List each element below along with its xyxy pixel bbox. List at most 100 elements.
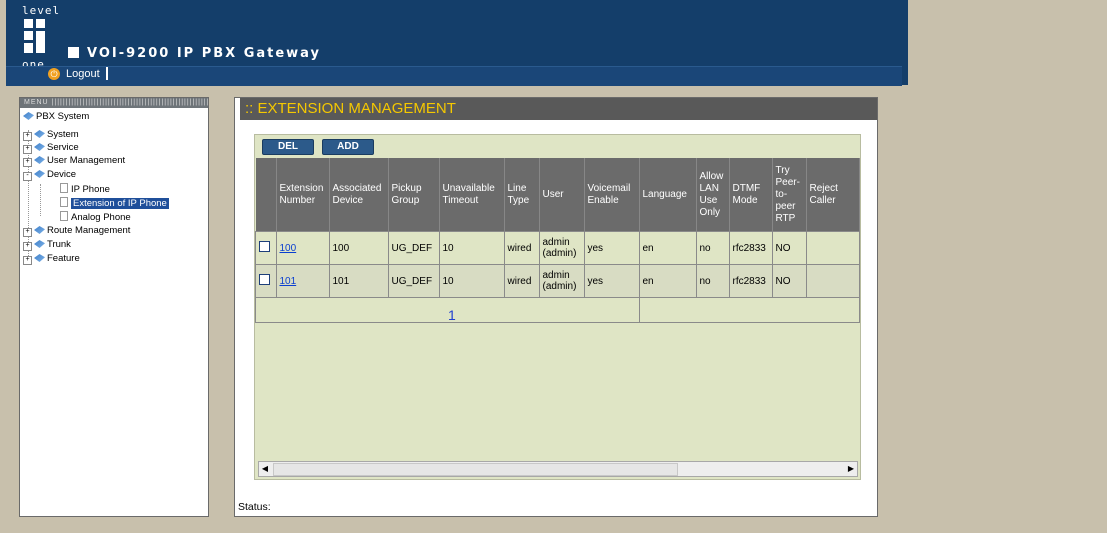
tree-item-feature[interactable]: + Feature — [23, 253, 80, 265]
extension-number-cell: 101 — [275, 264, 330, 298]
logo-blocks — [24, 19, 46, 53]
table-cell — [805, 264, 860, 298]
extension-link[interactable]: 101 — [280, 276, 297, 287]
tree-item-device[interactable]: - Device — [23, 169, 76, 181]
table-cell: no — [695, 231, 730, 265]
table-cell: admin (admin) — [538, 264, 585, 298]
table-cell: 10 — [438, 264, 505, 298]
globe-icon — [34, 130, 45, 138]
column-header: Unavailable Timeout — [439, 158, 505, 232]
select-column-header — [255, 158, 277, 232]
tree-item-system[interactable]: + System — [23, 129, 79, 141]
column-header: DTMF Mode — [729, 158, 773, 232]
extension-link[interactable]: 100 — [280, 243, 297, 254]
expand-icon[interactable]: + — [23, 242, 32, 251]
column-header: Line Type — [504, 158, 540, 232]
table-row: 101 101 UG_DEF 10 wired admin (admin) ye… — [255, 264, 860, 298]
expand-icon[interactable]: + — [23, 256, 32, 265]
table-cell: wired — [503, 264, 540, 298]
tree-item-label: IP Phone — [71, 184, 110, 195]
pager-row — [255, 297, 860, 323]
table-cell: admin (admin) — [538, 231, 585, 265]
table-cell: en — [638, 231, 697, 265]
tree-root[interactable]: PBX System — [23, 111, 89, 122]
collapse-icon[interactable]: - — [23, 172, 32, 181]
tree-root-label: PBX System — [36, 111, 90, 122]
title-square-icon — [68, 47, 79, 58]
tree-item-ip-phone[interactable]: IP Phone — [60, 183, 110, 195]
tree-item-service[interactable]: + Service — [23, 142, 79, 154]
column-header: Reject Caller — [806, 158, 860, 232]
globe-icon — [34, 143, 45, 151]
product-title: VOI-9200 IP PBX Gateway — [68, 46, 321, 61]
page-icon — [60, 211, 68, 221]
globe-icon — [23, 112, 34, 120]
extension-table: Extension Number Associated Device Picku… — [255, 158, 860, 323]
tree-item-route-management[interactable]: + Route Management — [23, 225, 130, 237]
table-cell: wired — [503, 231, 540, 265]
add-button[interactable]: ADD — [322, 139, 374, 155]
logo-top-text: level — [22, 4, 61, 17]
column-header: Try Peer-to-peer RTP — [772, 158, 807, 232]
globe-icon — [34, 254, 45, 262]
tree-item-label: System — [47, 129, 79, 140]
table-cell: rfc2833 — [728, 264, 773, 298]
column-header: Allow LAN Use Only — [696, 158, 730, 232]
tree-item-label: Trunk — [47, 239, 71, 250]
table-cell: yes — [583, 264, 640, 298]
logout-link[interactable]: Logout — [66, 68, 100, 80]
scroll-right-arrow-icon[interactable]: ▶ — [845, 462, 857, 476]
table-header-row: Extension Number Associated Device Picku… — [255, 158, 860, 232]
power-icon[interactable]: ⏻ — [48, 68, 60, 80]
menu-heading: MENU |||||||||||||||||||||||||||||||||||… — [20, 98, 208, 108]
tree-item-label: Device — [47, 169, 77, 180]
scroll-left-arrow-icon[interactable]: ◀ — [259, 462, 271, 476]
extension-number-cell: 100 — [275, 231, 330, 265]
tree-item-user-management[interactable]: + User Management — [23, 155, 125, 167]
expand-icon[interactable]: + — [23, 145, 32, 154]
column-header: Language — [639, 158, 697, 232]
page-icon — [60, 183, 68, 193]
expand-icon[interactable]: + — [23, 228, 32, 237]
page-number-link[interactable]: 1 — [448, 307, 456, 323]
level-one-logo: level one — [22, 4, 59, 71]
tree-item-analog-phone[interactable]: Analog Phone — [60, 211, 131, 223]
tree-item-trunk[interactable]: + Trunk — [23, 239, 71, 251]
table-cell: rfc2833 — [728, 231, 773, 265]
page-icon — [60, 197, 68, 207]
table-cell: en — [638, 264, 697, 298]
row-checkbox[interactable] — [259, 274, 270, 285]
table-cell: 100 — [328, 231, 389, 265]
column-header: Extension Number — [276, 158, 330, 232]
globe-icon — [34, 226, 45, 234]
tree-line — [40, 184, 41, 216]
globe-icon — [34, 170, 45, 178]
page-title: :: EXTENSION MANAGEMENT — [240, 98, 877, 120]
tree-item-extension-of-ip-phone[interactable]: Extension of IP Phone — [60, 197, 169, 209]
column-header: Pickup Group — [388, 158, 440, 232]
table-cell: UG_DEF — [387, 231, 440, 265]
table-cell: NO — [771, 264, 807, 298]
column-header: Associated Device — [329, 158, 389, 232]
status-label: Status: — [238, 501, 271, 513]
navigation-menu: MENU |||||||||||||||||||||||||||||||||||… — [19, 97, 209, 517]
horizontal-scrollbar[interactable]: ◀ ▶ — [258, 461, 858, 477]
globe-icon — [34, 240, 45, 248]
row-checkbox[interactable] — [259, 241, 270, 252]
tree-item-label: Feature — [47, 253, 80, 264]
expand-icon[interactable]: + — [23, 132, 32, 141]
select-cell — [255, 231, 277, 265]
delete-button[interactable]: DEL — [262, 139, 314, 155]
table-row: 100 100 UG_DEF 10 wired admin (admin) ye… — [255, 231, 860, 265]
pager-empty-cell — [638, 297, 860, 323]
column-header: Voicemail Enable — [584, 158, 640, 232]
scrollbar-thumb[interactable] — [273, 463, 678, 476]
tree-item-label: User Management — [47, 155, 126, 166]
logout-bar — [6, 66, 902, 86]
table-cell: 10 — [438, 231, 505, 265]
table-cell — [805, 231, 860, 265]
column-header: User — [539, 158, 585, 232]
table-cell: UG_DEF — [387, 264, 440, 298]
expand-icon[interactable]: + — [23, 158, 32, 167]
tree-item-label: Analog Phone — [71, 212, 131, 223]
